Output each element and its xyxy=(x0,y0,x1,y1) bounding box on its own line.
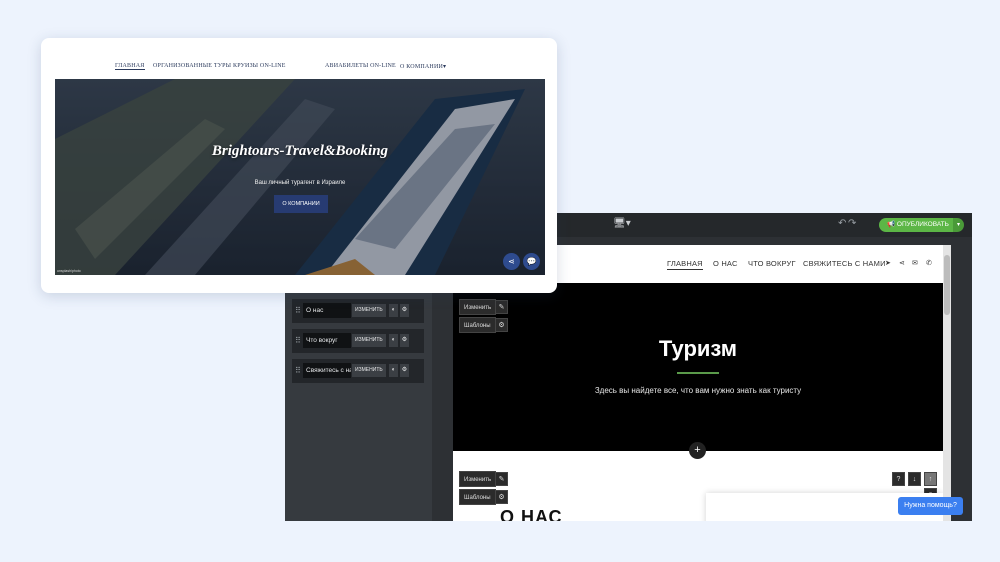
site-nav-company-label: О КОМПАНИИ xyxy=(400,64,444,70)
section-name-input[interactable]: О нас xyxy=(303,303,351,318)
site-preview-card: ГЛАВНАЯ ОРГАНИЗОВАННЫЕ ТУРЫ КРУИЗЫ ON-LI… xyxy=(41,38,557,293)
phone-icon[interactable]: ✆ xyxy=(926,259,932,267)
monitor-icon[interactable]: 🖥▾ xyxy=(613,218,631,229)
section-row-contact[interactable]: ⠿ Свяжитесь с нами ИЗМЕНИТЬ ◐ ⚙ xyxy=(292,359,424,383)
gear-icon[interactable]: ⚙ xyxy=(495,490,508,504)
palette-icon[interactable]: ◐ xyxy=(389,334,398,347)
chevron-down-icon: ▾ xyxy=(956,222,960,228)
site-subtitle: Ваш личный турагент в Израиле xyxy=(254,180,346,186)
site-hero: Brightours-Travel&Booking Ваш личный тур… xyxy=(55,79,545,275)
drag-handle-icon[interactable]: ⠿ xyxy=(295,336,301,346)
site-nav-tours[interactable]: ОРГАНИЗОВАННЫЕ ТУРЫ xyxy=(153,63,231,69)
preview-scrollbar[interactable] xyxy=(943,245,951,521)
help-button[interactable]: Нужна помощь? xyxy=(898,497,963,515)
title-underline xyxy=(677,372,719,374)
section-edit-button[interactable]: ИЗМЕНИТЬ xyxy=(352,364,386,377)
share-icon[interactable]: ⋖ xyxy=(503,253,520,270)
preview-nav-contact[interactable]: СВЯЖИТЕСЬ С НАМИ xyxy=(803,259,886,268)
site-nav-flights[interactable]: АВИАБИЛЕТЫ ON-LINE xyxy=(325,63,396,69)
drag-handle-icon[interactable]: ⠿ xyxy=(295,306,301,316)
site-nav-cruises[interactable]: КРУИЗЫ ON-LINE xyxy=(233,63,286,69)
chat-icon[interactable]: 💬 xyxy=(523,253,540,270)
hero-title[interactable]: Туризм xyxy=(453,336,943,362)
section-row-around[interactable]: ⠿ Что вокруг ИЗМЕНИТЬ ◐ ⚙ xyxy=(292,329,424,353)
hero-subtitle[interactable]: Здесь вы найдете все, что вам нужно знат… xyxy=(453,386,943,395)
cruise-ship-photo xyxy=(55,79,545,275)
preview-nav-home[interactable]: ГЛАВНАЯ xyxy=(667,259,703,270)
pencil-icon[interactable]: ✎ xyxy=(495,300,508,314)
section-templates-button[interactable]: Шаблоны xyxy=(459,489,496,505)
gear-icon[interactable]: ⚙ xyxy=(495,318,508,332)
email-icon[interactable]: ✉ xyxy=(912,259,918,267)
about-company-button[interactable]: О КОМПАНИИ xyxy=(274,195,328,213)
section-edit-button[interactable]: ИЗМЕНИТЬ xyxy=(352,304,386,317)
about-heading[interactable]: О НАС xyxy=(500,507,563,521)
section-edit-button[interactable]: ИЗМЕНИТЬ xyxy=(352,334,386,347)
chevron-down-icon: ▾ xyxy=(443,64,447,70)
site-nav-home[interactable]: ГЛАВНАЯ xyxy=(115,63,145,70)
arrow-up-icon[interactable]: ↑ xyxy=(924,472,937,486)
share-icon[interactable]: ⋖ xyxy=(899,259,905,267)
scrollbar-thumb[interactable] xyxy=(944,255,950,315)
site-nav-company[interactable]: О КОМПАНИИ▾ xyxy=(400,63,446,70)
redo-icon[interactable]: ↷ xyxy=(848,218,856,229)
drag-handle-icon[interactable]: ⠿ xyxy=(295,366,301,376)
preview-nav-about[interactable]: О НАС xyxy=(713,259,738,268)
section-edit-button[interactable]: Изменить xyxy=(459,471,497,487)
publish-button[interactable]: 📢 ОПУБЛИКОВАТЬ xyxy=(879,218,953,232)
site-title: Brightours-Travel&Booking xyxy=(211,143,389,159)
section-name-input[interactable]: Что вокруг xyxy=(303,333,351,348)
add-section-button[interactable]: + xyxy=(689,442,706,459)
help-circle-icon[interactable]: ? xyxy=(892,472,905,486)
section-name-input[interactable]: Свяжитесь с нами xyxy=(303,363,351,378)
section-row-about[interactable]: ⠿ О нас ИЗМЕНИТЬ ◐ ⚙ xyxy=(292,299,424,323)
pencil-icon[interactable]: ✎ xyxy=(495,472,508,486)
undo-icon[interactable]: ↶ xyxy=(838,218,846,229)
gear-icon[interactable]: ⚙ xyxy=(400,334,409,347)
section-templates-button[interactable]: Шаблоны xyxy=(459,317,496,333)
publish-dropdown-button[interactable]: ▾ xyxy=(953,218,964,232)
preview-nav-around[interactable]: ЧТО ВОКРУГ xyxy=(748,259,796,268)
preview-hero-section[interactable]: Изменить ✎ Шаблоны ⚙ Туризм Здесь вы най… xyxy=(453,283,943,451)
palette-icon[interactable]: ◐ xyxy=(389,364,398,377)
section-edit-button[interactable]: Изменить xyxy=(459,299,497,315)
location-icon[interactable]: ➤ xyxy=(885,259,891,267)
megaphone-icon: 📢 xyxy=(887,221,897,228)
photo-credit: unsplash/photo xyxy=(57,269,81,273)
gear-icon[interactable]: ⚙ xyxy=(400,364,409,377)
palette-icon[interactable]: ◐ xyxy=(389,304,398,317)
publish-label: ОПУБЛИКОВАТЬ xyxy=(896,221,949,228)
gear-icon[interactable]: ⚙ xyxy=(400,304,409,317)
arrow-down-icon[interactable]: ↓ xyxy=(908,472,921,486)
